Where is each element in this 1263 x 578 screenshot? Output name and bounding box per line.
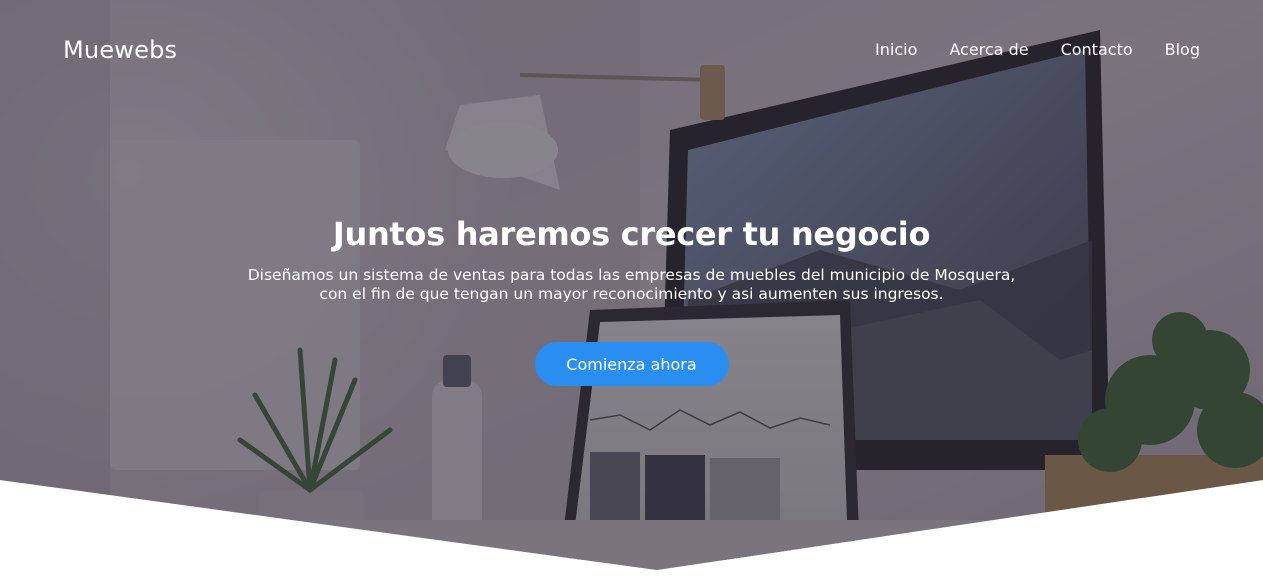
hero-title: Juntos haremos crecer tu negocio [332,215,931,253]
nav-link-acerca-de[interactable]: Acerca de [949,40,1028,60]
hero-subtitle-line-1: Diseñamos un sistema de ventas para toda… [247,266,1016,284]
hero-content: Juntos haremos crecer tu negocio Diseñam… [0,212,1263,386]
nav-link-inicio[interactable]: Inicio [875,40,917,60]
nav-link-blog[interactable]: Blog [1165,40,1200,60]
hero-subtitle: Diseñamos un sistema de ventas para toda… [222,266,1042,304]
nav-menu: Inicio Acerca de Contacto Blog [875,40,1200,60]
hero-section: Muewebs Inicio Acerca de Contacto Blog J… [0,0,1263,570]
hero-subtitle-line-2: con el fin de que tengan un mayor recono… [319,285,944,303]
get-started-button[interactable]: Comienza ahora [534,342,729,386]
brand-logo[interactable]: Muewebs [63,36,177,64]
nav-link-contacto[interactable]: Contacto [1061,40,1133,60]
top-navbar: Muewebs Inicio Acerca de Contacto Blog [0,0,1263,100]
